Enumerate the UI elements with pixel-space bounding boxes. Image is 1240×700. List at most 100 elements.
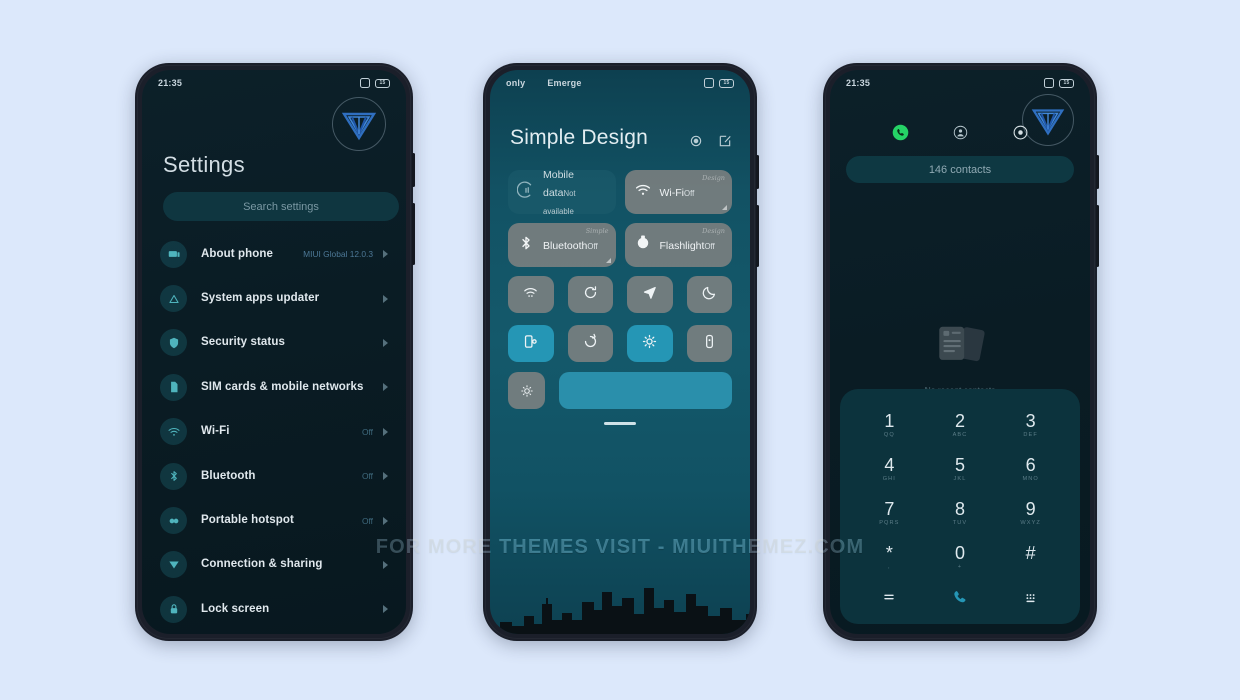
tab-call-recorder[interactable]	[990, 125, 1050, 145]
dial-key-letters: QQ	[883, 431, 895, 438]
tile-expand-corner[interactable]	[722, 205, 727, 210]
settings-row-value: Off	[361, 471, 373, 482]
dial-key-5[interactable]: 5 JKL	[925, 447, 996, 491]
tile-status: Off	[704, 242, 715, 251]
search-placeholder: Search settings	[243, 200, 319, 213]
settings-row-label: Wi-Fi	[201, 425, 230, 438]
dialer-phone-frame: 21:35 15 146 contacts 1 QQ 2 ABC 3 DEF 4…	[823, 63, 1099, 641]
menu-equals-icon[interactable]	[854, 589, 925, 605]
settings-gear-icon[interactable]	[689, 134, 703, 153]
settings-row-security-status[interactable]: Security status	[156, 321, 392, 365]
quick-tile-reading-mode[interactable]	[627, 325, 673, 362]
dial-key-letters: ,	[888, 564, 891, 571]
contacts-count-label: 146 contacts	[928, 163, 992, 176]
phone-call-icon	[892, 124, 909, 146]
quick-tiles-grid	[508, 276, 732, 362]
brightness-row	[508, 372, 732, 409]
power-button[interactable]	[756, 155, 759, 189]
dialpad: 1 QQ 2 ABC 3 DEF 4 GHI 5 JKL 6 MNO 7 PQRS 8 TUV 9 WXYZ *, 0…	[840, 389, 1080, 624]
quick-tile-auto-rotate[interactable]	[567, 325, 613, 362]
tile-script-label: Design	[702, 227, 725, 235]
flashlight-icon	[634, 234, 652, 257]
tile-expand-corner[interactable]	[605, 258, 611, 263]
dial-key-2[interactable]: 2 ABC	[925, 403, 996, 447]
dial-key-7[interactable]: 7 PQRS	[854, 492, 925, 536]
bluetooth-icon	[517, 234, 535, 257]
dialpad-bottom-actions	[854, 580, 1066, 614]
dial-key-9[interactable]: 9 WXYZ	[995, 492, 1066, 536]
chevron-right-icon	[383, 427, 388, 436]
dial-key-6[interactable]: 6 MNO	[995, 447, 1066, 491]
power-button[interactable]	[412, 153, 415, 187]
dial-key-number: #	[1025, 543, 1036, 564]
quick-tile-screen-cast[interactable]	[508, 325, 554, 362]
battery-icon: 15	[1059, 78, 1074, 88]
dialpad-keys: 1 QQ 2 ABC 3 DEF 4 GHI 5 JKL 6 MNO 7 PQRS 8 TUV 9 WXYZ *, 0…	[854, 403, 1066, 580]
tile-name: Wi-Fi	[659, 187, 685, 199]
dial-key-number: 2	[954, 410, 965, 431]
keypad-dots-icon[interactable]	[995, 590, 1066, 605]
dial-key-number: 8	[954, 499, 965, 520]
volume-button[interactable]	[756, 205, 759, 267]
contacts-count-pill[interactable]: 146 contacts	[846, 156, 1074, 183]
settings-row-label: System apps updater	[201, 292, 320, 305]
settings-row-sim-cards-mobile-networks[interactable]: SIM cards & mobile networks	[156, 365, 392, 409]
carrier-left: only	[506, 78, 526, 88]
tab-calls[interactable]	[870, 124, 930, 146]
brightness-auto-icon[interactable]	[508, 372, 545, 409]
dial-key-number: 3	[1025, 410, 1036, 431]
quick-tile-wifi-hotspot[interactable]	[508, 276, 554, 313]
tile-flashlight[interactable]: Design FlashlightOff	[624, 223, 732, 267]
settings-row-portable-hotspot[interactable]: Portable hotspot Off	[156, 498, 392, 542]
settings-row-label: Connection & sharing	[201, 558, 323, 571]
wifi-icon	[634, 181, 652, 204]
screen-cast-icon	[522, 333, 539, 355]
tile-mobile-data[interactable]: Mobile dataNot available	[508, 170, 616, 214]
dial-key-0[interactable]: 0 +	[925, 536, 996, 580]
volume-button[interactable]	[1096, 205, 1099, 267]
settings-row-system-apps-updater[interactable]: System apps updater	[156, 276, 392, 320]
settings-row-bluetooth[interactable]: Bluetooth Off	[156, 454, 392, 498]
hotspot-icon	[160, 507, 187, 535]
dial-key-3[interactable]: 3 DEF	[995, 403, 1066, 447]
tab-contacts[interactable]	[930, 125, 990, 145]
chevron-right-icon	[383, 516, 388, 525]
alarm-icon	[1044, 78, 1054, 88]
tile-bluetooth[interactable]: Simple BluetoothOff	[508, 223, 616, 267]
settings-row-value: MIUI Global 12.0.3	[303, 249, 373, 260]
settings-row-wi-fi[interactable]: Wi-Fi Off	[156, 410, 392, 454]
settings-row-value: Off	[361, 426, 373, 437]
about-phone-icon	[160, 240, 187, 268]
dial-key-hash[interactable]: #	[995, 536, 1066, 580]
settings-row-connection-sharing[interactable]: Connection & sharing	[156, 543, 392, 587]
quick-tile-moon-dnd[interactable]	[686, 276, 732, 313]
tile-status: Off	[684, 189, 695, 198]
dial-key-8[interactable]: 8 TUV	[925, 492, 996, 536]
contacts-person-icon	[953, 125, 968, 145]
quick-tile-sync-rotate[interactable]	[567, 276, 613, 313]
power-button[interactable]	[1096, 155, 1099, 189]
empty-state: No recent contacts	[830, 320, 1090, 395]
brightness-slider[interactable]	[559, 372, 732, 409]
call-green-icon[interactable]	[925, 588, 996, 607]
dialer-tabs	[830, 124, 1090, 146]
volume-button[interactable]	[412, 203, 415, 265]
search-input[interactable]: Search settings	[163, 192, 399, 221]
settings-row-about-phone[interactable]: About phone MIUI Global 12.0.3	[156, 232, 392, 276]
drag-handle[interactable]	[604, 422, 636, 425]
quick-tile-location-arrow[interactable]	[627, 276, 673, 313]
mobile-data-icon	[516, 180, 535, 204]
dial-key-1[interactable]: 1 QQ	[854, 403, 925, 447]
dial-key-4[interactable]: 4 GHI	[854, 447, 925, 491]
settings-row-value: Off	[361, 515, 373, 526]
battery-icon: 15	[375, 78, 390, 88]
quick-tile-power-saver[interactable]	[686, 325, 732, 362]
dial-key-number: 0	[954, 543, 965, 564]
dial-key-star[interactable]: *,	[854, 536, 925, 580]
settings-row-label: Portable hotspot	[201, 514, 294, 527]
settings-row-lock-screen[interactable]: Lock screen	[156, 587, 392, 631]
dial-key-number: *	[885, 543, 893, 564]
alarm-icon	[704, 78, 714, 88]
tile-wi-fi[interactable]: Design Wi-FiOff	[624, 170, 732, 214]
edit-pencil-icon[interactable]	[718, 134, 732, 153]
